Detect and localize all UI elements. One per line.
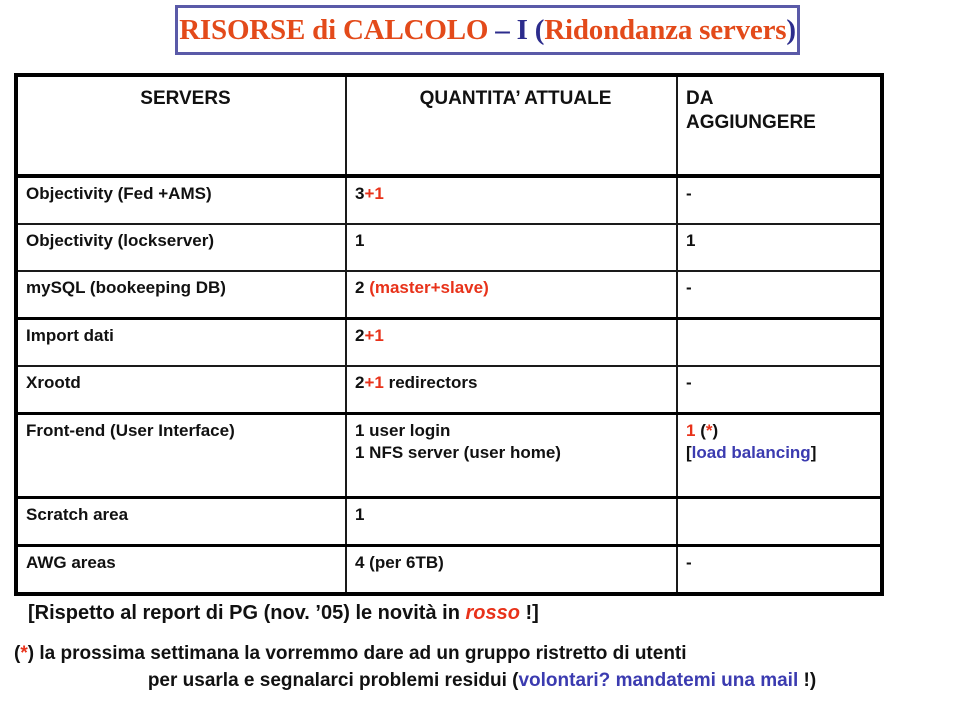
qty-red: (master+slave) (369, 277, 489, 297)
qty-black: 1 (355, 505, 365, 525)
table-row: mySQL (bookeeping DB) 2 (master+slave) - (18, 270, 880, 320)
table-row: Xrootd 2+1 redirectors - (18, 366, 880, 416)
add-line-2: [load balancing] (686, 442, 880, 464)
row-quantity: 2 (master+slave) (346, 270, 678, 320)
table-row: Scratch area 1 (18, 497, 880, 548)
footer-legend-a: [Rispetto al report di PG (nov. ’05) le … (28, 602, 466, 624)
row-server-name: Objectivity (lockserver) (18, 224, 347, 272)
row-add: - (677, 366, 880, 416)
table-row: AWG areas 4 (per 6TB) - (18, 545, 880, 592)
footer-note-line-2: per usarla e segnalarci problemi residui… (14, 668, 954, 695)
add-paren-open: ( (695, 421, 706, 441)
load-balancing-note: load balancing (691, 442, 811, 462)
row-server-name: Xrootd (18, 366, 347, 416)
row-quantity: 4 (per 6TB) (346, 545, 678, 592)
qty-red: +1 (364, 183, 384, 203)
footer-legend-rosso: rosso (465, 602, 520, 624)
table-row: Objectivity (lockserver) 1 1 (18, 224, 880, 272)
title-part-ridondanza: Ridondanza servers (544, 13, 787, 46)
qty-red: +1 (364, 373, 384, 393)
note-text-1: la prossima settimana la vorremmo dare a… (39, 643, 687, 664)
header-da-aggiungere-line2: AGGIUNGERE (686, 112, 816, 134)
row-add (677, 497, 880, 548)
row-quantity: 1 (346, 224, 678, 272)
row-server-name: Objectivity (Fed +AMS) (18, 175, 347, 226)
title-part-risorse: RISORSE di CALCOLO (179, 13, 496, 46)
table-header-row: SERVERS QUANTITA’ ATTUALE DA AGGIUNGERE (18, 77, 880, 178)
footer-asterisk-note: (*) la prossima settimana la vorremmo da… (14, 641, 954, 695)
bracket-close: ] (810, 442, 817, 462)
header-da-aggiungere: DA AGGIUNGERE (677, 77, 880, 178)
qty-red: +1 (364, 326, 384, 345)
qty-line-1: 1 user login (355, 421, 451, 441)
header-da-aggiungere-line1: DA (686, 88, 714, 109)
row-quantity: 1 user login 1 NFS server (user home) (346, 413, 678, 500)
row-quantity: 3+1 (346, 175, 678, 226)
row-server-name: Front-end (User Interface) (18, 413, 347, 500)
footer-note-line-1: (*) la prossima settimana la vorremmo da… (14, 641, 954, 668)
add-line-1: 1 (*) (686, 420, 880, 442)
row-add: 1 (677, 224, 880, 272)
row-server-name: AWG areas (18, 545, 347, 592)
qty-black: 4 (per 6TB) (355, 553, 444, 573)
table-row: Objectivity (Fed +AMS) 3+1 - (18, 175, 880, 226)
add-paren-close: ) (712, 421, 719, 441)
row-add: 1 (*) [load balancing] (677, 413, 880, 500)
row-add: - (677, 270, 880, 320)
resources-table: SERVERS QUANTITA’ ATTUALE DA AGGIUNGERE … (14, 73, 884, 596)
header-servers: SERVERS (18, 77, 347, 178)
asterisk-icon: * (20, 643, 28, 664)
table-row: Import dati 2+1 (18, 318, 880, 368)
slide-title: RISORSE di CALCOLO – I (Ridondanza serve… (179, 14, 796, 47)
row-quantity: 2+1 (346, 318, 678, 368)
table-row: Front-end (User Interface) 1 user login … (18, 413, 880, 500)
row-add (677, 318, 880, 368)
header-quantita-attuale: QUANTITA’ ATTUALE (346, 77, 678, 178)
title-part-roman: – I ( (495, 13, 545, 46)
slide-title-box: RISORSE di CALCOLO – I (Ridondanza serve… (175, 5, 800, 55)
note-paren-close: ) (27, 643, 40, 664)
footer: [Rispetto al report di PG (nov. ’05) le … (14, 600, 954, 695)
title-part-close-paren: ) (786, 13, 796, 46)
row-quantity: 1 (346, 497, 678, 548)
qty-black: 1 (355, 231, 365, 251)
row-server-name: mySQL (bookeeping DB) (18, 270, 347, 320)
qty-black: 2 (355, 277, 370, 297)
footer-legend-b: !] (519, 602, 539, 624)
note-volunteer-call: volontari? mandatemi una mail (518, 669, 799, 691)
qty-line-2: 1 NFS server (user home) (355, 442, 561, 462)
row-quantity: 2+1 redirectors (346, 366, 678, 416)
row-add: - (677, 175, 880, 226)
row-server-name: Scratch area (18, 497, 347, 548)
footer-legend: [Rispetto al report di PG (nov. ’05) le … (14, 600, 954, 627)
row-add: - (686, 553, 692, 573)
note-text-2b: !) (798, 669, 817, 691)
qty-tail: redirectors (383, 373, 478, 393)
row-server-name: Import dati (18, 318, 347, 368)
note-text-2a: per usarla e segnalarci problemi residui… (147, 669, 519, 691)
